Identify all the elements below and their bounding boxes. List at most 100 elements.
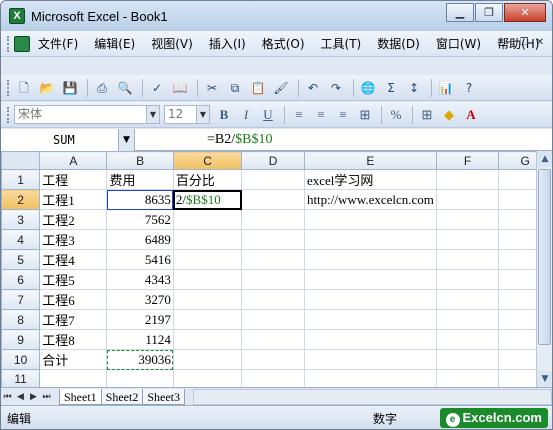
- cell[interactable]: [303, 329, 437, 350]
- row-header[interactable]: 11: [1, 369, 41, 387]
- tab-sheet2[interactable]: Sheet2: [100, 388, 144, 405]
- row-header[interactable]: 7: [1, 289, 41, 310]
- format-painter-icon[interactable]: 🖌: [271, 78, 291, 98]
- row-header[interactable]: 1: [1, 169, 41, 190]
- cell[interactable]: 5416: [106, 249, 174, 270]
- cell[interactable]: [172, 289, 243, 310]
- tab-sheet1[interactable]: Sheet1: [59, 388, 102, 405]
- cell[interactable]: 工程4: [39, 249, 108, 270]
- borders-icon[interactable]: ⊞: [417, 105, 437, 125]
- cell[interactable]: 工程2: [39, 209, 108, 230]
- cell[interactable]: [435, 249, 500, 270]
- cell[interactable]: 4343: [106, 269, 174, 290]
- cell[interactable]: [172, 229, 243, 250]
- row-header[interactable]: 6: [1, 269, 41, 290]
- cell[interactable]: [435, 229, 500, 250]
- cell[interactable]: [435, 169, 500, 190]
- cell[interactable]: [435, 369, 500, 387]
- cell[interactable]: [106, 369, 174, 387]
- first-sheet-icon[interactable]: ⏮: [1, 392, 14, 402]
- cell[interactable]: 6489: [106, 229, 174, 250]
- menu-view[interactable]: 视图(V): [143, 34, 201, 54]
- cell[interactable]: http://www.excelcn.com: [303, 189, 437, 210]
- workbook-icon[interactable]: [14, 35, 30, 52]
- cell[interactable]: [241, 309, 305, 330]
- vertical-scrollbar[interactable]: ▲ ▼: [536, 151, 552, 387]
- cell[interactable]: 工程6: [39, 289, 108, 310]
- underline-button[interactable]: U: [258, 105, 278, 125]
- row-header[interactable]: 4: [1, 229, 41, 250]
- horizontal-scrollbar[interactable]: [193, 388, 552, 405]
- cell[interactable]: 工程5: [39, 269, 108, 290]
- row-header[interactable]: 8: [1, 309, 41, 330]
- save-icon[interactable]: 💾: [60, 78, 80, 98]
- redo-icon[interactable]: ↷: [326, 78, 346, 98]
- cell[interactable]: [303, 209, 437, 230]
- cell[interactable]: [303, 349, 437, 370]
- merge-center-icon[interactable]: ⊞: [355, 105, 375, 125]
- cell[interactable]: [172, 269, 243, 290]
- menu-tools[interactable]: 工具(T): [313, 34, 370, 54]
- cell[interactable]: [303, 229, 437, 250]
- cell[interactable]: [241, 329, 305, 350]
- column-header-d[interactable]: D: [241, 151, 305, 170]
- cell[interactable]: 1124: [106, 329, 174, 350]
- cell[interactable]: [241, 289, 305, 310]
- cell[interactable]: [241, 369, 305, 387]
- chevron-down-icon[interactable]: ▼: [119, 128, 135, 151]
- cell[interactable]: 7562: [106, 209, 174, 230]
- font-size-select[interactable]: 12 ▼: [164, 105, 210, 124]
- cell[interactable]: [241, 169, 305, 190]
- percent-style-icon[interactable]: %: [386, 105, 406, 125]
- copy-icon[interactable]: ⧉: [225, 78, 245, 98]
- cell[interactable]: [241, 209, 305, 230]
- toolbar-grip[interactable]: [7, 106, 10, 123]
- align-left-icon[interactable]: ≡: [289, 105, 309, 125]
- cell[interactable]: excel学习网: [303, 169, 437, 190]
- row-header[interactable]: 5: [1, 249, 41, 270]
- next-sheet-icon[interactable]: ▶: [27, 392, 40, 402]
- cell[interactable]: 工程7: [39, 309, 108, 330]
- cell[interactable]: [241, 229, 305, 250]
- chart-wizard-icon[interactable]: 📊: [436, 78, 456, 98]
- scroll-down-icon[interactable]: ▼: [537, 371, 552, 387]
- cell[interactable]: 工程8: [39, 329, 108, 350]
- cell[interactable]: [172, 209, 243, 230]
- cell[interactable]: [303, 269, 437, 290]
- menu-format[interactable]: 格式(O): [254, 34, 313, 54]
- new-icon[interactable]: 🗋: [14, 78, 34, 98]
- toolbar-grip[interactable]: [7, 79, 10, 96]
- cell[interactable]: 8635: [106, 189, 174, 210]
- formula-input[interactable]: =B2/$B$10: [135, 129, 552, 151]
- active-cell[interactable]: 2/$B$10: [172, 189, 243, 210]
- spelling-icon[interactable]: ✓: [147, 78, 167, 98]
- cell[interactable]: [303, 309, 437, 330]
- cell[interactable]: [241, 249, 305, 270]
- font-name-select[interactable]: 宋体 ▼: [14, 105, 160, 124]
- cell[interactable]: [241, 189, 305, 210]
- worksheet-grid[interactable]: A B C D E F G 1 工程 费用 百分比 excel学习网 2 工程1…: [1, 151, 552, 387]
- cell[interactable]: 工程1: [39, 189, 108, 210]
- cell[interactable]: [172, 349, 243, 370]
- cell[interactable]: [172, 329, 243, 350]
- cell[interactable]: [435, 189, 500, 210]
- help-icon[interactable]: ?: [459, 78, 479, 98]
- sort-ascending-icon[interactable]: ↕: [404, 78, 424, 98]
- font-color-icon[interactable]: A: [461, 105, 481, 125]
- print-preview-icon[interactable]: 🔍: [115, 78, 135, 98]
- cell[interactable]: 合计: [39, 349, 108, 370]
- research-icon[interactable]: 📖: [170, 78, 190, 98]
- prev-sheet-icon[interactable]: ◀: [14, 392, 27, 402]
- column-header-b[interactable]: B: [106, 151, 174, 170]
- cell[interactable]: [241, 349, 305, 370]
- align-right-icon[interactable]: ≡: [333, 105, 353, 125]
- autosum-icon[interactable]: Σ: [381, 78, 401, 98]
- cell[interactable]: 费用: [106, 169, 174, 190]
- restore-button[interactable]: ❐: [475, 3, 503, 22]
- cell[interactable]: 百分比: [172, 169, 243, 190]
- row-header[interactable]: 10: [1, 349, 41, 370]
- cell[interactable]: [172, 369, 243, 387]
- cell[interactable]: [435, 269, 500, 290]
- doc-close-button[interactable]: ✕: [532, 35, 548, 51]
- open-icon[interactable]: 📂: [37, 78, 57, 98]
